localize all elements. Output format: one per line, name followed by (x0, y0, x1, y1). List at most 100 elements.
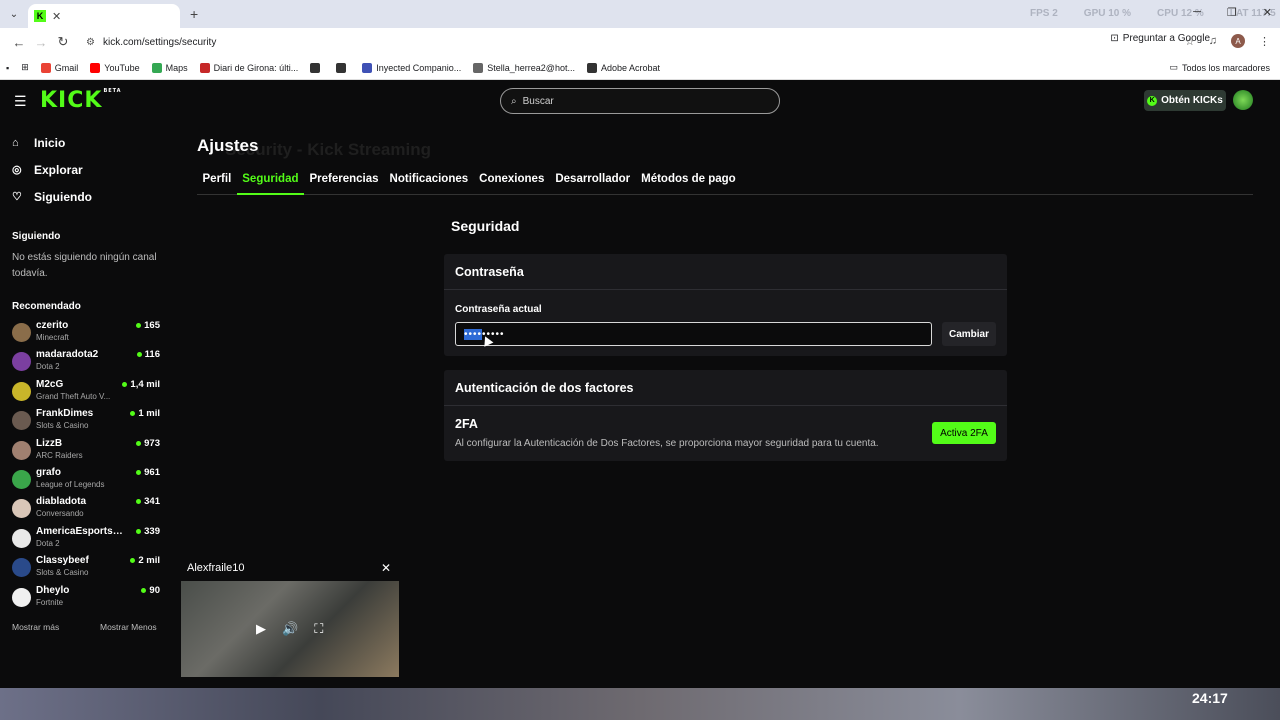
current-password-field[interactable]: •••• ••••• (455, 322, 932, 346)
sidebar-item-siguiendo[interactable]: ♡ Siguiendo (0, 183, 170, 210)
bookmark-item[interactable]: Stella_herrea2@hot... (473, 62, 575, 73)
menu-kebab-icon[interactable]: ⋮ (1259, 35, 1270, 48)
mini-player-channel: Alexfraile10 (187, 562, 245, 574)
recommended-channel[interactable]: FrankDimes Slots & Casino 1 mil (12, 406, 160, 435)
bookmark-item[interactable] (336, 62, 350, 73)
recommended-channel[interactable]: czerito Minecraft 165 (12, 318, 160, 347)
url-text[interactable]: kick.com/settings/security (103, 37, 216, 48)
channel-avatar (12, 587, 31, 607)
sidebar-item-explorar[interactable]: ◎ Explorar (0, 156, 170, 183)
site-info-icon[interactable]: ⚙ (86, 37, 95, 48)
recommended-channel[interactable]: Classybeef Slots & Casino 2 mil (12, 553, 160, 582)
live-dot-icon (136, 469, 142, 475)
recommended-channel[interactable]: diabladota Conversando 341 (12, 494, 160, 523)
url-field[interactable]: ⚙ kick.com/settings/security (80, 31, 1200, 53)
logo-text: KICK (40, 88, 103, 113)
following-empty-text: No estás siguiendo ningún canal todavía. (12, 252, 157, 279)
new-tab-button[interactable]: + (190, 6, 198, 22)
viewer-count-text: 116 (144, 349, 160, 361)
sidebar-toggle-icon[interactable]: ▪ (6, 63, 9, 73)
mini-player[interactable]: Alexfraile10 ✕ ▶ 🔊 ⛶ (181, 557, 399, 677)
channel-category: Fortnite (36, 597, 64, 607)
tab-5[interactable]: Desarrollador (550, 170, 636, 195)
play-icon[interactable]: ▶ (256, 621, 266, 637)
section-title: Seguridad (451, 218, 520, 234)
channel-name: czerito (36, 320, 69, 331)
bookmark-item[interactable]: Adobe Acrobat (586, 62, 660, 73)
tab-4[interactable]: Conexiones (474, 170, 550, 195)
tab-6[interactable]: Métodos de pago (636, 170, 742, 195)
viewer-count-text: 341 (144, 496, 160, 508)
get-kicks-button[interactable]: K Obtén KICKs (1144, 90, 1226, 111)
sidebar-item-label: Explorar (34, 162, 83, 177)
close-window-icon[interactable]: ✕ (1263, 6, 1272, 19)
recommended-channel[interactable]: madaradota2 Dota 2 116 (12, 347, 160, 376)
bookmark-item[interactable]: YouTube (90, 62, 140, 73)
bookmark-item[interactable]: Gmail (40, 62, 78, 73)
volume-icon[interactable]: 🔊 (282, 621, 298, 637)
show-more-link[interactable]: Mostrar más (12, 622, 59, 632)
sidebar-item-label: Inicio (34, 135, 66, 150)
sidebar-item-inicio[interactable]: ⌂ Inicio (0, 129, 170, 156)
tab-0[interactable]: Perfil (197, 170, 237, 195)
search-input[interactable]: ⌕ Buscar (500, 88, 780, 114)
close-player-icon[interactable]: ✕ (381, 561, 391, 575)
forward-icon[interactable]: → (30, 35, 52, 50)
youtube-icon (90, 62, 101, 73)
tab-list-button[interactable]: ⌄ (0, 0, 28, 28)
get-kicks-label: Obtén KICKs (1161, 95, 1223, 106)
twofa-card-title: Autenticación de dos factores (444, 370, 1007, 406)
viewer-count-text: 1,4 mil (130, 378, 160, 390)
desktop-clock: 24:17 (1192, 690, 1228, 706)
bookmark-label: Diari de Girona: últi... (213, 62, 299, 73)
video-thumbnail[interactable]: ▶ 🔊 ⛶ (181, 581, 399, 677)
show-less-link[interactable]: Mostrar Menos (100, 622, 157, 632)
search-placeholder: Buscar (522, 95, 554, 107)
profile-avatar[interactable]: A (1231, 34, 1245, 48)
recommended-channel[interactable]: AmericaEsportsD... Dota 2 339 (12, 524, 160, 553)
back-icon[interactable]: ← (8, 35, 30, 50)
media-icon[interactable]: ♫ (1209, 35, 1217, 47)
channel-name: Classybeef (36, 555, 89, 567)
minimize-icon[interactable]: ─ (1193, 6, 1201, 19)
bookmark-star-icon[interactable]: ☆ (1185, 35, 1195, 48)
browser-tab[interactable]: K Security - Kick Streaming ✕ (28, 4, 431, 159)
fullscreen-icon[interactable]: ⛶ (314, 621, 323, 637)
news-icon (199, 62, 210, 73)
enable-2fa-button[interactable]: Activa 2FA (932, 422, 996, 444)
tab-1[interactable]: Seguridad (236, 170, 304, 195)
user-avatar[interactable] (1233, 90, 1253, 110)
kick-favicon-icon: K (34, 10, 46, 22)
apps-grid-icon[interactable]: ⊞ (21, 62, 29, 73)
maximize-icon[interactable]: ❐ (1227, 6, 1237, 19)
tab-2[interactable]: Preferencias (304, 170, 384, 195)
recommended-channel[interactable]: Dheylo Fortnite 90 (12, 583, 160, 612)
recommended-channel[interactable]: LizzB ARC Raiders 973 (12, 436, 160, 465)
close-tab-icon[interactable]: ✕ (52, 10, 61, 23)
change-password-button[interactable]: Cambiar (942, 322, 996, 346)
viewer-count-text: 339 (144, 525, 160, 537)
viewer-count-text: 2 mil (138, 555, 160, 567)
bookmark-item[interactable]: Maps (151, 62, 188, 73)
live-dot-icon (136, 528, 142, 534)
channel-category: Dota 2 (36, 538, 60, 548)
kick-logo[interactable]: KICKBETA (40, 88, 122, 113)
desktop-background: 24:17 (0, 688, 1280, 720)
twofa-description: Al configurar la Autenticación de Dos Fa… (455, 438, 879, 449)
hamburger-menu-icon[interactable]: ☰ (14, 93, 27, 110)
browser-tab-bar: ⌄ K Security - Kick Streaming ✕ + FPS 2 … (0, 0, 1280, 159)
recommended-heading: Recomendado (12, 301, 81, 312)
all-bookmarks[interactable]: ▭ Todos los marcadores (1169, 62, 1270, 73)
recommended-channel[interactable]: grafo League of Legends 961 (12, 465, 160, 494)
tab-3[interactable]: Notificaciones (384, 170, 474, 195)
viewer-count-text: 90 (149, 584, 160, 596)
recommended-channel[interactable]: M2cG Grand Theft Auto V... 1,4 mil (12, 377, 160, 406)
bookmark-item[interactable]: Diari de Girona: últi... (199, 62, 299, 73)
viewer-count: 2 mil (130, 555, 160, 566)
bookmark-item[interactable] (310, 62, 324, 73)
channel-category: Conversando (36, 509, 84, 519)
reload-icon[interactable]: ↻ (52, 34, 74, 50)
bookmark-item[interactable]: Inyected Companio... (362, 62, 461, 73)
bookmarks-bar: ▪ ⊞ Gmail YouTube Maps Diari de Girona: últ… (0, 56, 1280, 80)
channel-avatar (12, 469, 31, 489)
